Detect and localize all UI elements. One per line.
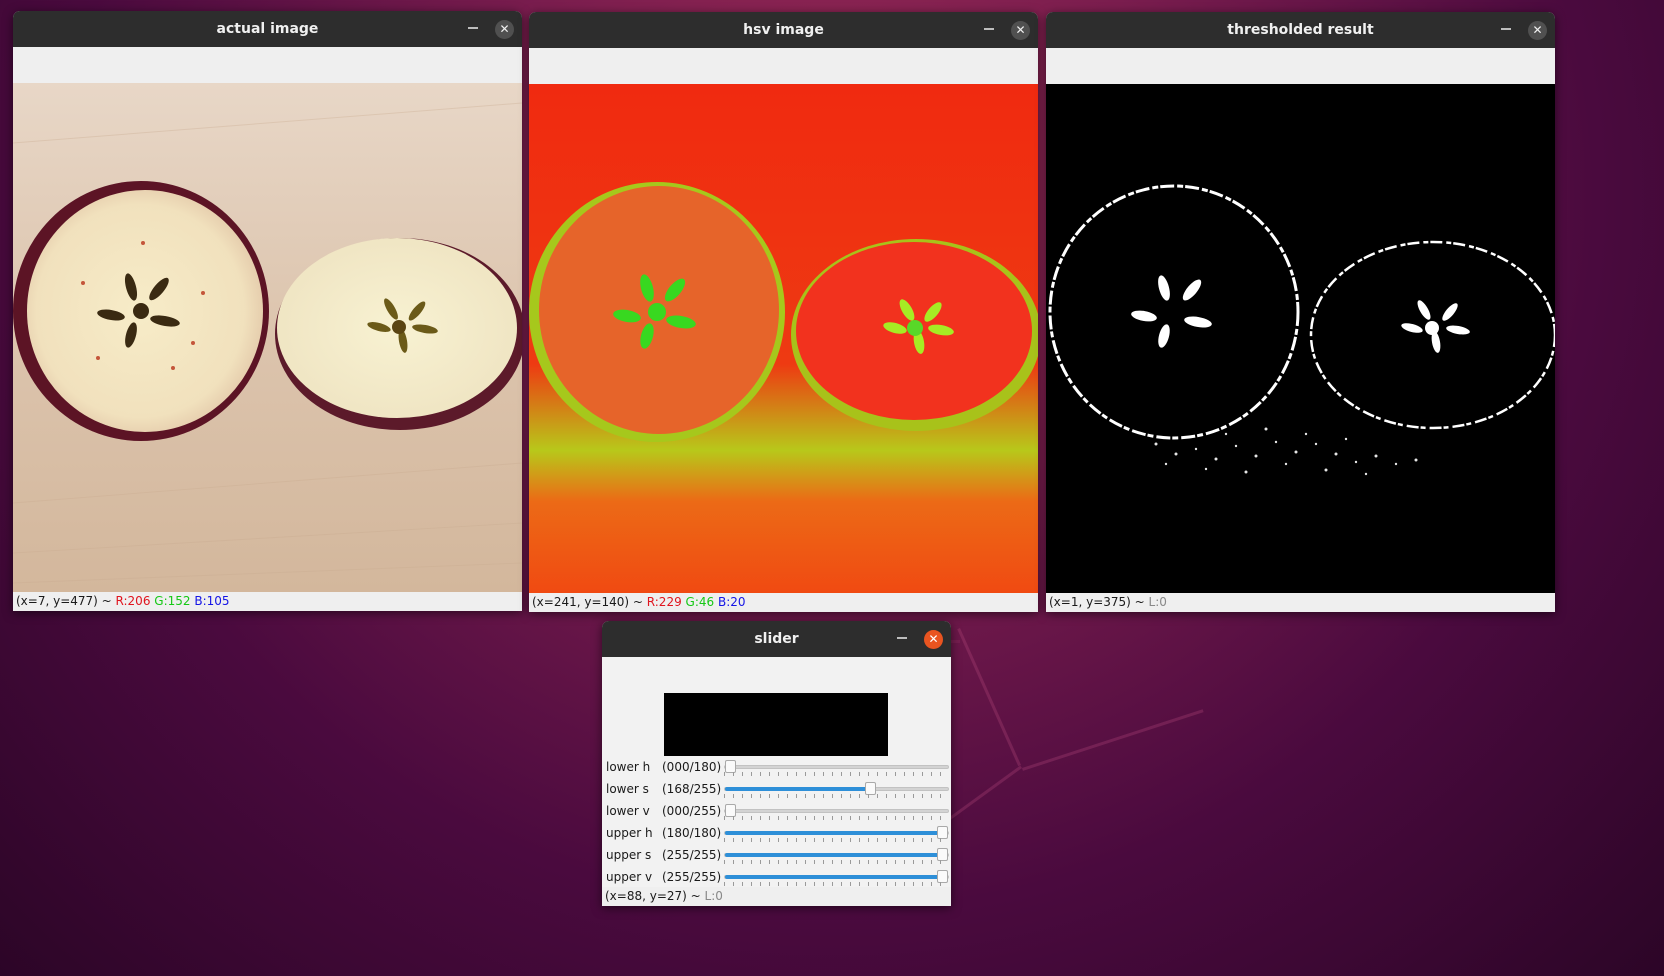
minimize-button[interactable] bbox=[468, 27, 478, 29]
image-canvas[interactable] bbox=[13, 83, 522, 592]
toolbar bbox=[1046, 48, 1555, 86]
trackbar-track[interactable] bbox=[724, 826, 949, 839]
close-button[interactable]: ✕ bbox=[1528, 21, 1547, 40]
titlebar[interactable]: hsv image ✕ bbox=[529, 12, 1038, 48]
status-coords: (x=7, y=477) ~ bbox=[16, 594, 116, 608]
status-blue: B:105 bbox=[194, 594, 230, 608]
wallpaper-line bbox=[957, 628, 1022, 767]
trackbar-value: (255/255) bbox=[662, 848, 722, 862]
trackbar-row: upper s (255/255) bbox=[602, 845, 951, 867]
close-button[interactable]: ✕ bbox=[924, 630, 943, 649]
window-title: hsv image bbox=[743, 22, 824, 38]
minimize-button[interactable] bbox=[897, 637, 907, 639]
trackbar-track[interactable] bbox=[724, 848, 949, 861]
trackbar-value: (255/255) bbox=[662, 870, 722, 884]
trackbar-row: upper v (255/255) bbox=[602, 867, 951, 889]
titlebar[interactable]: thresholded result ✕ bbox=[1046, 12, 1555, 48]
image-canvas[interactable] bbox=[1046, 84, 1555, 593]
wallpaper-line bbox=[1022, 709, 1204, 771]
trackbar-track[interactable] bbox=[724, 760, 949, 773]
status-red: R:229 bbox=[646, 595, 682, 609]
trackbar-row: upper h (180/180) bbox=[602, 823, 951, 845]
window-title: slider bbox=[754, 631, 799, 647]
trackbar-track[interactable] bbox=[724, 870, 949, 883]
trackbar-row: lower h (000/180) bbox=[602, 757, 951, 779]
trackbar-ticks bbox=[724, 794, 949, 798]
slider-window[interactable]: slider ✕ lower h (000/180) lower s (168/… bbox=[602, 621, 951, 906]
trackbar-label: upper s bbox=[606, 848, 652, 862]
trackbar-label: lower h bbox=[606, 760, 651, 774]
titlebar[interactable]: slider ✕ bbox=[602, 621, 951, 657]
trackbar-fill bbox=[725, 831, 943, 835]
preview-canvas[interactable] bbox=[664, 693, 888, 756]
close-button[interactable]: ✕ bbox=[1011, 21, 1030, 40]
trackbar-ticks bbox=[724, 816, 949, 820]
window-title: actual image bbox=[216, 21, 319, 37]
trackbar-row: lower v (000/255) bbox=[602, 801, 951, 823]
status-bar: (x=88, y=27) ~ L:0 bbox=[602, 887, 951, 906]
trackbar-value: (168/255) bbox=[662, 782, 722, 796]
trackbar-row: lower s (168/255) bbox=[602, 779, 951, 801]
status-red: R:206 bbox=[115, 594, 151, 608]
toolbar bbox=[529, 48, 1038, 86]
status-luminance: L:0 bbox=[704, 889, 723, 903]
trackbar-label: upper v bbox=[606, 870, 653, 884]
status-coords: (x=88, y=27) ~ bbox=[605, 889, 705, 903]
trackbar-track[interactable] bbox=[724, 804, 949, 817]
status-coords: (x=1, y=375) ~ bbox=[1049, 595, 1149, 609]
trackbar-ticks bbox=[724, 838, 949, 842]
trackbar-value: (000/255) bbox=[662, 804, 722, 818]
trackbar-label: upper h bbox=[606, 826, 653, 840]
status-blue: B:20 bbox=[718, 595, 746, 609]
trackbar-fill bbox=[725, 853, 943, 857]
status-bar: (x=1, y=375) ~ L:0 bbox=[1046, 593, 1555, 612]
trackbar-value: (180/180) bbox=[662, 826, 722, 840]
status-luminance: L:0 bbox=[1148, 595, 1167, 609]
toolbar bbox=[13, 47, 522, 85]
trackbar-ticks bbox=[724, 772, 949, 776]
trackbar-ticks bbox=[724, 860, 949, 864]
status-green: G:46 bbox=[685, 595, 715, 609]
trackbar-fill bbox=[725, 787, 871, 791]
hsv-image-window[interactable]: hsv image ✕ (x=241, y=140) ~ R:229 G:46 … bbox=[529, 12, 1038, 612]
minimize-button[interactable] bbox=[984, 28, 994, 30]
trackbar-fill bbox=[725, 875, 943, 879]
status-green: G:152 bbox=[154, 594, 191, 608]
status-coords: (x=241, y=140) ~ bbox=[532, 595, 647, 609]
trackbar-label: lower s bbox=[606, 782, 649, 796]
actual-image-window[interactable]: actual image ✕ (x=7, y=477) ~ R:206 G:15… bbox=[13, 11, 522, 611]
window-title: thresholded result bbox=[1227, 22, 1374, 38]
trackbar-label: lower v bbox=[606, 804, 650, 818]
titlebar[interactable]: actual image ✕ bbox=[13, 11, 522, 47]
trackbar-track[interactable] bbox=[724, 782, 949, 795]
image-canvas[interactable] bbox=[529, 84, 1038, 593]
thresholded-result-window[interactable]: thresholded result ✕ (x=1, y=375) ~ L:0 bbox=[1046, 12, 1555, 612]
trackbar-ticks bbox=[724, 882, 949, 886]
status-bar: (x=241, y=140) ~ R:229 G:46 B:20 bbox=[529, 593, 1038, 612]
minimize-button[interactable] bbox=[1501, 28, 1511, 30]
close-button[interactable]: ✕ bbox=[495, 20, 514, 39]
status-bar: (x=7, y=477) ~ R:206 G:152 B:105 bbox=[13, 592, 522, 611]
trackbar-value: (000/180) bbox=[662, 760, 722, 774]
